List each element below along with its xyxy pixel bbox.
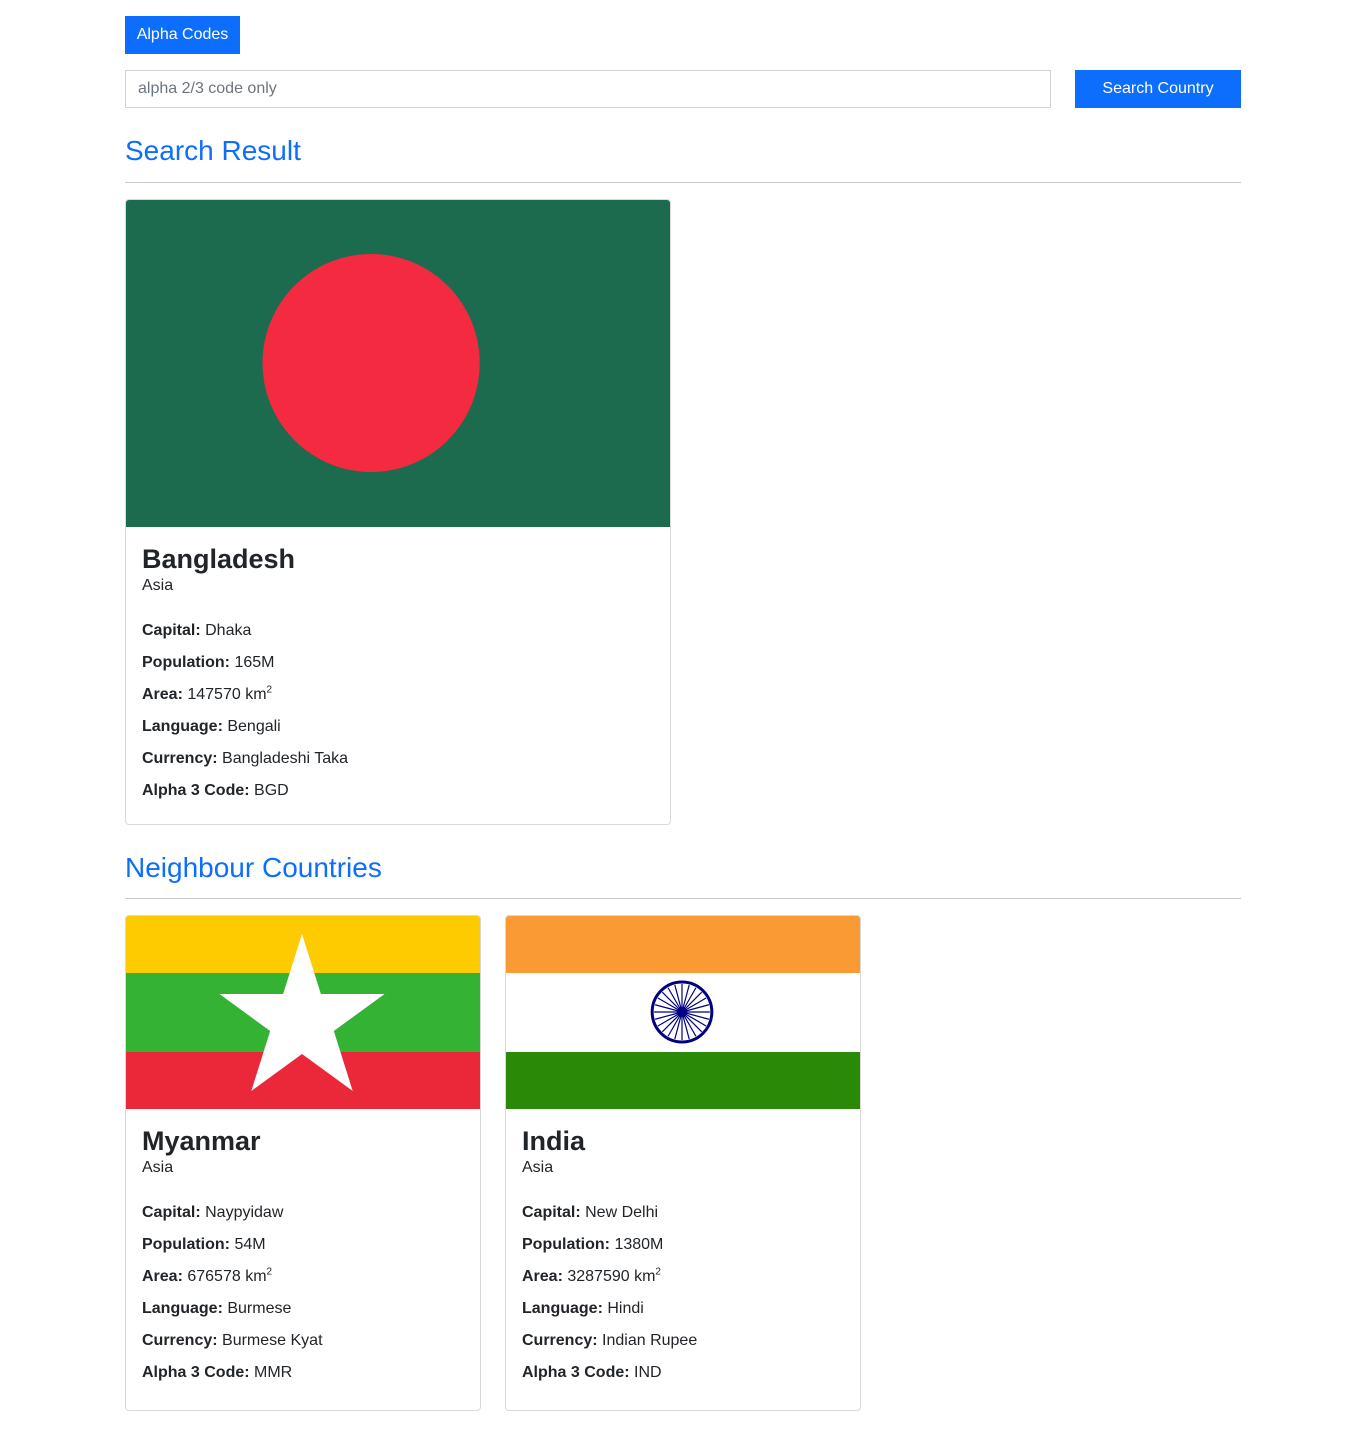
search-input[interactable]: [125, 70, 1051, 108]
currency-row: Currency: Burmese Kyat: [142, 1325, 464, 1357]
language-label: Language:: [522, 1299, 603, 1317]
currency-label: Currency:: [522, 1331, 598, 1349]
language-row: Language: Burmese: [142, 1293, 464, 1325]
language-label: Language:: [142, 1299, 223, 1317]
population-label: Population:: [522, 1235, 610, 1253]
language-value: Burmese: [227, 1299, 292, 1317]
country-name: Myanmar: [142, 1126, 261, 1156]
myanmar-flag: [126, 916, 480, 1109]
alpha-codes-button[interactable]: Alpha Codes: [125, 16, 240, 54]
area-row: Area: 147570 km2: [142, 679, 654, 711]
capital-row: Capital: New Delhi: [522, 1197, 844, 1229]
capital-label: Capital:: [142, 1203, 201, 1221]
area-value: 676578 km: [187, 1267, 267, 1285]
currency-row: Currency: Bangladeshi Taka: [142, 743, 654, 775]
country-region: Asia: [142, 1158, 174, 1176]
search-result-heading: Search Result: [125, 135, 301, 166]
population-value: 1380M: [614, 1235, 664, 1253]
language-value: Hindi: [607, 1299, 644, 1317]
population-row: Population: 54M: [142, 1229, 464, 1261]
area-label: Area:: [142, 1267, 183, 1285]
bangladesh-flag: [126, 200, 670, 527]
search-country-button[interactable]: Search Country: [1075, 70, 1241, 108]
area-row: Area: 676578 km2: [142, 1261, 464, 1293]
population-label: Population:: [142, 653, 230, 671]
area-unit-exponent: 2: [655, 1266, 661, 1278]
capital-row: Capital: Naypyidaw: [142, 1197, 464, 1229]
alpha3-label: Alpha 3 Code:: [522, 1363, 630, 1381]
capital-value: New Delhi: [585, 1203, 659, 1221]
country-card-india: India Asia Capital: New Delhi Population…: [505, 915, 861, 1411]
alpha3-label: Alpha 3 Code:: [142, 1363, 250, 1381]
alpha3-value: BGD: [254, 781, 289, 799]
capital-value: Naypyidaw: [205, 1203, 284, 1221]
area-value: 3287590 km: [567, 1267, 656, 1285]
currency-row: Currency: Indian Rupee: [522, 1325, 844, 1357]
currency-value: Burmese Kyat: [222, 1331, 323, 1349]
area-label: Area:: [142, 685, 183, 703]
alpha3-row: Alpha 3 Code: MMR: [142, 1357, 464, 1389]
capital-row: Capital: Dhaka: [142, 615, 654, 647]
area-unit-exponent: 2: [266, 1266, 273, 1278]
currency-value: Indian Rupee: [602, 1331, 698, 1349]
ashoka-chakra-icon: [650, 980, 714, 1044]
area-label: Area:: [522, 1267, 563, 1285]
alpha3-value: MMR: [254, 1363, 293, 1381]
currency-label: Currency:: [142, 1331, 218, 1349]
india-flag: [506, 916, 860, 1109]
language-label: Language:: [142, 717, 223, 735]
area-row: Area: 3287590 km2: [522, 1261, 844, 1293]
currency-value: Bangladeshi Taka: [222, 749, 349, 767]
population-value: 54M: [234, 1235, 266, 1253]
divider: [125, 898, 1241, 899]
language-row: Language: Hindi: [522, 1293, 844, 1325]
divider: [125, 182, 1241, 183]
country-card-bangladesh: Bangladesh Asia Capital: Dhaka Populatio…: [125, 199, 671, 825]
population-row: Population: 1380M: [522, 1229, 844, 1261]
area-value: 147570 km: [187, 685, 267, 703]
alpha3-value: IND: [634, 1363, 662, 1381]
alpha3-row: Alpha 3 Code: BGD: [142, 775, 654, 807]
population-label: Population:: [142, 1235, 230, 1253]
country-region: Asia: [522, 1158, 554, 1176]
population-row: Population: 165M: [142, 647, 654, 679]
capital-label: Capital:: [522, 1203, 581, 1221]
alpha3-label: Alpha 3 Code:: [142, 781, 250, 799]
country-region: Asia: [142, 576, 174, 594]
language-row: Language: Bengali: [142, 711, 654, 743]
alpha3-row: Alpha 3 Code: IND: [522, 1357, 844, 1389]
currency-label: Currency:: [142, 749, 218, 767]
capital-value: Dhaka: [205, 621, 252, 639]
country-name: Bangladesh: [142, 544, 296, 574]
country-name: India: [522, 1126, 586, 1156]
population-value: 165M: [234, 653, 275, 671]
neighbour-countries-heading: Neighbour Countries: [125, 852, 382, 883]
capital-label: Capital:: [142, 621, 201, 639]
language-value: Bengali: [227, 717, 281, 735]
country-card-myanmar: Myanmar Asia Capital: Naypyidaw Populati…: [125, 915, 481, 1411]
area-unit-exponent: 2: [266, 684, 273, 696]
